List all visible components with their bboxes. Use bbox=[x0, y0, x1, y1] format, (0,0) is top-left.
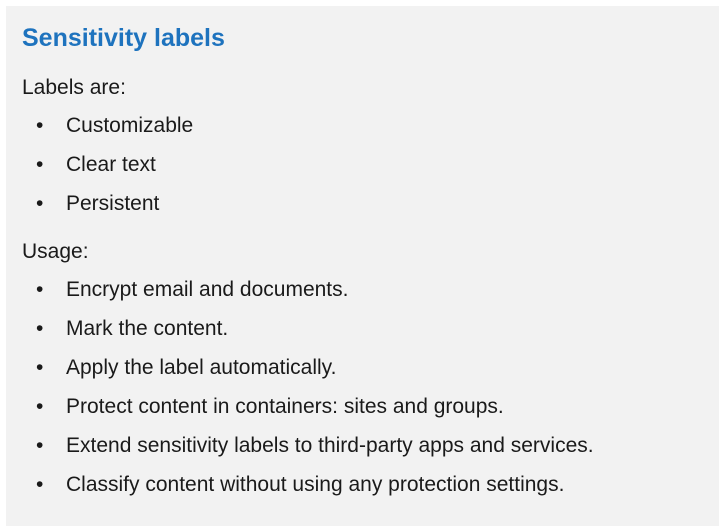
bullet-icon: • bbox=[36, 356, 44, 379]
list-item: • Customizable bbox=[22, 112, 703, 139]
bullet-icon: • bbox=[36, 473, 44, 496]
usage-list: • Encrypt email and documents. • Mark th… bbox=[22, 276, 703, 498]
list-item: • Classify content without using any pro… bbox=[22, 471, 703, 498]
list-item: • Extend sensitivity labels to third-par… bbox=[22, 432, 703, 459]
list-item: • Clear text bbox=[22, 151, 703, 178]
bullet-icon: • bbox=[36, 153, 44, 176]
page-title: Sensitivity labels bbox=[22, 24, 225, 52]
bullet-icon: • bbox=[36, 114, 44, 137]
labels-heading: Labels are: bbox=[22, 76, 126, 99]
list-item-text: Mark the content. bbox=[66, 317, 229, 340]
list-item-text: Protect content in containers: sites and… bbox=[66, 395, 504, 418]
labels-list: • Customizable • Clear text • Persistent bbox=[22, 112, 703, 217]
bullet-icon: • bbox=[36, 192, 44, 215]
list-item: • Encrypt email and documents. bbox=[22, 276, 703, 303]
list-item-text: Persistent bbox=[66, 192, 160, 215]
bullet-icon: • bbox=[36, 317, 44, 340]
usage-heading: Usage: bbox=[22, 240, 89, 263]
bullet-icon: • bbox=[36, 434, 44, 457]
list-item: • Apply the label automatically. bbox=[22, 354, 703, 381]
bullet-icon: • bbox=[36, 395, 44, 418]
list-item-text: Apply the label automatically. bbox=[66, 356, 337, 379]
list-item: • Persistent bbox=[22, 190, 703, 217]
list-item-text: Clear text bbox=[66, 153, 156, 176]
list-item: • Mark the content. bbox=[22, 315, 703, 342]
list-item-text: Customizable bbox=[66, 114, 194, 137]
list-item-text: Extend sensitivity labels to third-party… bbox=[66, 434, 594, 457]
list-item-text: Encrypt email and documents. bbox=[66, 278, 349, 301]
content-panel: Sensitivity labels Labels are: • Customi… bbox=[6, 6, 719, 526]
list-item-text: Classify content without using any prote… bbox=[66, 473, 565, 496]
bullet-icon: • bbox=[36, 278, 44, 301]
list-item: • Protect content in containers: sites a… bbox=[22, 393, 703, 420]
